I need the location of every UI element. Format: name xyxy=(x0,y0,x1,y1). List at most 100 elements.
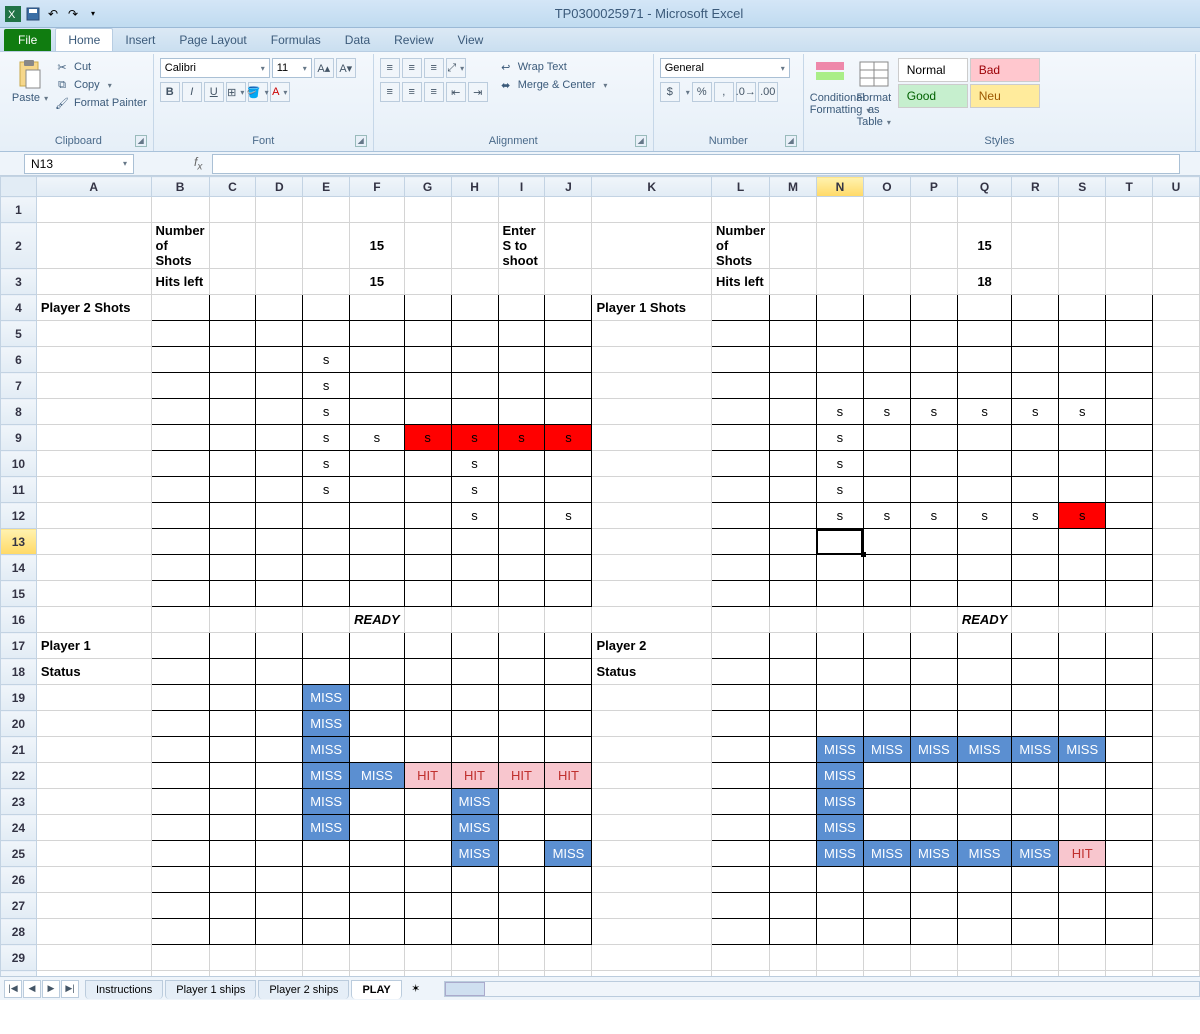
row-header-3[interactable]: 3 xyxy=(1,269,37,295)
col-header-J[interactable]: J xyxy=(545,177,592,197)
row-header-15[interactable]: 15 xyxy=(1,581,37,607)
cell-K12[interactable] xyxy=(592,503,712,529)
cell-I9[interactable]: s xyxy=(498,425,545,451)
cell-G7[interactable] xyxy=(404,373,451,399)
style-neutral[interactable]: Neu xyxy=(970,84,1040,108)
cell-Q8[interactable]: s xyxy=(957,399,1012,425)
cell-C7[interactable] xyxy=(209,373,256,399)
cell-K29[interactable] xyxy=(592,945,712,971)
cell-C20[interactable] xyxy=(209,711,256,737)
cell-O25[interactable]: MISS xyxy=(863,841,910,867)
row-header-17[interactable]: 17 xyxy=(1,633,37,659)
col-header-P[interactable]: P xyxy=(910,177,957,197)
cell-D12[interactable] xyxy=(256,503,303,529)
cell-F11[interactable] xyxy=(350,477,405,503)
cell-P15[interactable] xyxy=(910,581,957,607)
cell-A22[interactable] xyxy=(36,763,151,789)
cell-M14[interactable] xyxy=(770,555,817,581)
cell-D22[interactable] xyxy=(256,763,303,789)
cell-U12[interactable] xyxy=(1153,503,1200,529)
cell-B15[interactable] xyxy=(151,581,209,607)
cell-K24[interactable] xyxy=(592,815,712,841)
cell-U2[interactable] xyxy=(1153,223,1200,269)
row-header-18[interactable]: 18 xyxy=(1,659,37,685)
cell-S12[interactable]: s xyxy=(1059,503,1106,529)
cell-K7[interactable] xyxy=(592,373,712,399)
cell-D4[interactable] xyxy=(256,295,303,321)
cell-P17[interactable] xyxy=(910,633,957,659)
cell-R22[interactable] xyxy=(1012,763,1059,789)
cell-E11[interactable]: s xyxy=(303,477,350,503)
cell-N21[interactable]: MISS xyxy=(816,737,863,763)
cell-J9[interactable]: s xyxy=(545,425,592,451)
cell-B18[interactable] xyxy=(151,659,209,685)
cell-F6[interactable] xyxy=(350,347,405,373)
cell-O27[interactable] xyxy=(863,893,910,919)
cell-J19[interactable] xyxy=(545,685,592,711)
cell-I18[interactable] xyxy=(498,659,545,685)
cell-L21[interactable] xyxy=(712,737,770,763)
cell-C30[interactable] xyxy=(209,971,256,977)
cell-O6[interactable] xyxy=(863,347,910,373)
cell-M30[interactable] xyxy=(770,971,817,977)
row-header-12[interactable]: 12 xyxy=(1,503,37,529)
cell-P24[interactable] xyxy=(910,815,957,841)
cell-G23[interactable] xyxy=(404,789,451,815)
cell-S3[interactable] xyxy=(1059,269,1106,295)
cell-L25[interactable] xyxy=(712,841,770,867)
cell-K30[interactable] xyxy=(592,971,712,977)
cell-P23[interactable] xyxy=(910,789,957,815)
cell-A10[interactable] xyxy=(36,451,151,477)
cell-F19[interactable] xyxy=(350,685,405,711)
cell-K20[interactable] xyxy=(592,711,712,737)
row-header-10[interactable]: 10 xyxy=(1,451,37,477)
cell-P19[interactable] xyxy=(910,685,957,711)
cell-H16[interactable] xyxy=(451,607,498,633)
cell-M17[interactable] xyxy=(770,633,817,659)
row-header-1[interactable]: 1 xyxy=(1,197,37,223)
cell-R2[interactable] xyxy=(1012,223,1059,269)
cell-B27[interactable] xyxy=(151,893,209,919)
cell-B28[interactable] xyxy=(151,919,209,945)
cell-B9[interactable] xyxy=(151,425,209,451)
cell-U21[interactable] xyxy=(1153,737,1200,763)
cell-C21[interactable] xyxy=(209,737,256,763)
cell-S18[interactable] xyxy=(1059,659,1106,685)
cell-L23[interactable] xyxy=(712,789,770,815)
cell-S6[interactable] xyxy=(1059,347,1106,373)
cell-C9[interactable] xyxy=(209,425,256,451)
cell-D19[interactable] xyxy=(256,685,303,711)
font-name-combo[interactable]: Calibri▾ xyxy=(160,58,270,78)
cell-D14[interactable] xyxy=(256,555,303,581)
cell-S28[interactable] xyxy=(1059,919,1106,945)
cell-G9[interactable]: s xyxy=(404,425,451,451)
underline-button[interactable]: U xyxy=(204,82,224,102)
cell-L7[interactable] xyxy=(712,373,770,399)
cell-R17[interactable] xyxy=(1012,633,1059,659)
cell-T9[interactable] xyxy=(1106,425,1153,451)
cell-U10[interactable] xyxy=(1153,451,1200,477)
cell-I12[interactable] xyxy=(498,503,545,529)
cell-N19[interactable] xyxy=(816,685,863,711)
cell-O17[interactable] xyxy=(863,633,910,659)
cell-D10[interactable] xyxy=(256,451,303,477)
cell-I25[interactable] xyxy=(498,841,545,867)
style-bad[interactable]: Bad xyxy=(970,58,1040,82)
cell-J1[interactable] xyxy=(545,197,592,223)
cell-P3[interactable] xyxy=(910,269,957,295)
cell-O2[interactable] xyxy=(863,223,910,269)
cell-N28[interactable] xyxy=(816,919,863,945)
cell-S21[interactable]: MISS xyxy=(1059,737,1106,763)
cell-L18[interactable] xyxy=(712,659,770,685)
cell-F7[interactable] xyxy=(350,373,405,399)
cell-S13[interactable] xyxy=(1059,529,1106,555)
cell-S9[interactable] xyxy=(1059,425,1106,451)
align-bottom-button[interactable]: ≡ xyxy=(424,58,444,78)
cell-P22[interactable] xyxy=(910,763,957,789)
cell-M29[interactable] xyxy=(770,945,817,971)
cell-O23[interactable] xyxy=(863,789,910,815)
cell-H12[interactable]: s xyxy=(451,503,498,529)
col-header-Q[interactable]: Q xyxy=(957,177,1012,197)
cell-B29[interactable] xyxy=(151,945,209,971)
cell-T23[interactable] xyxy=(1106,789,1153,815)
